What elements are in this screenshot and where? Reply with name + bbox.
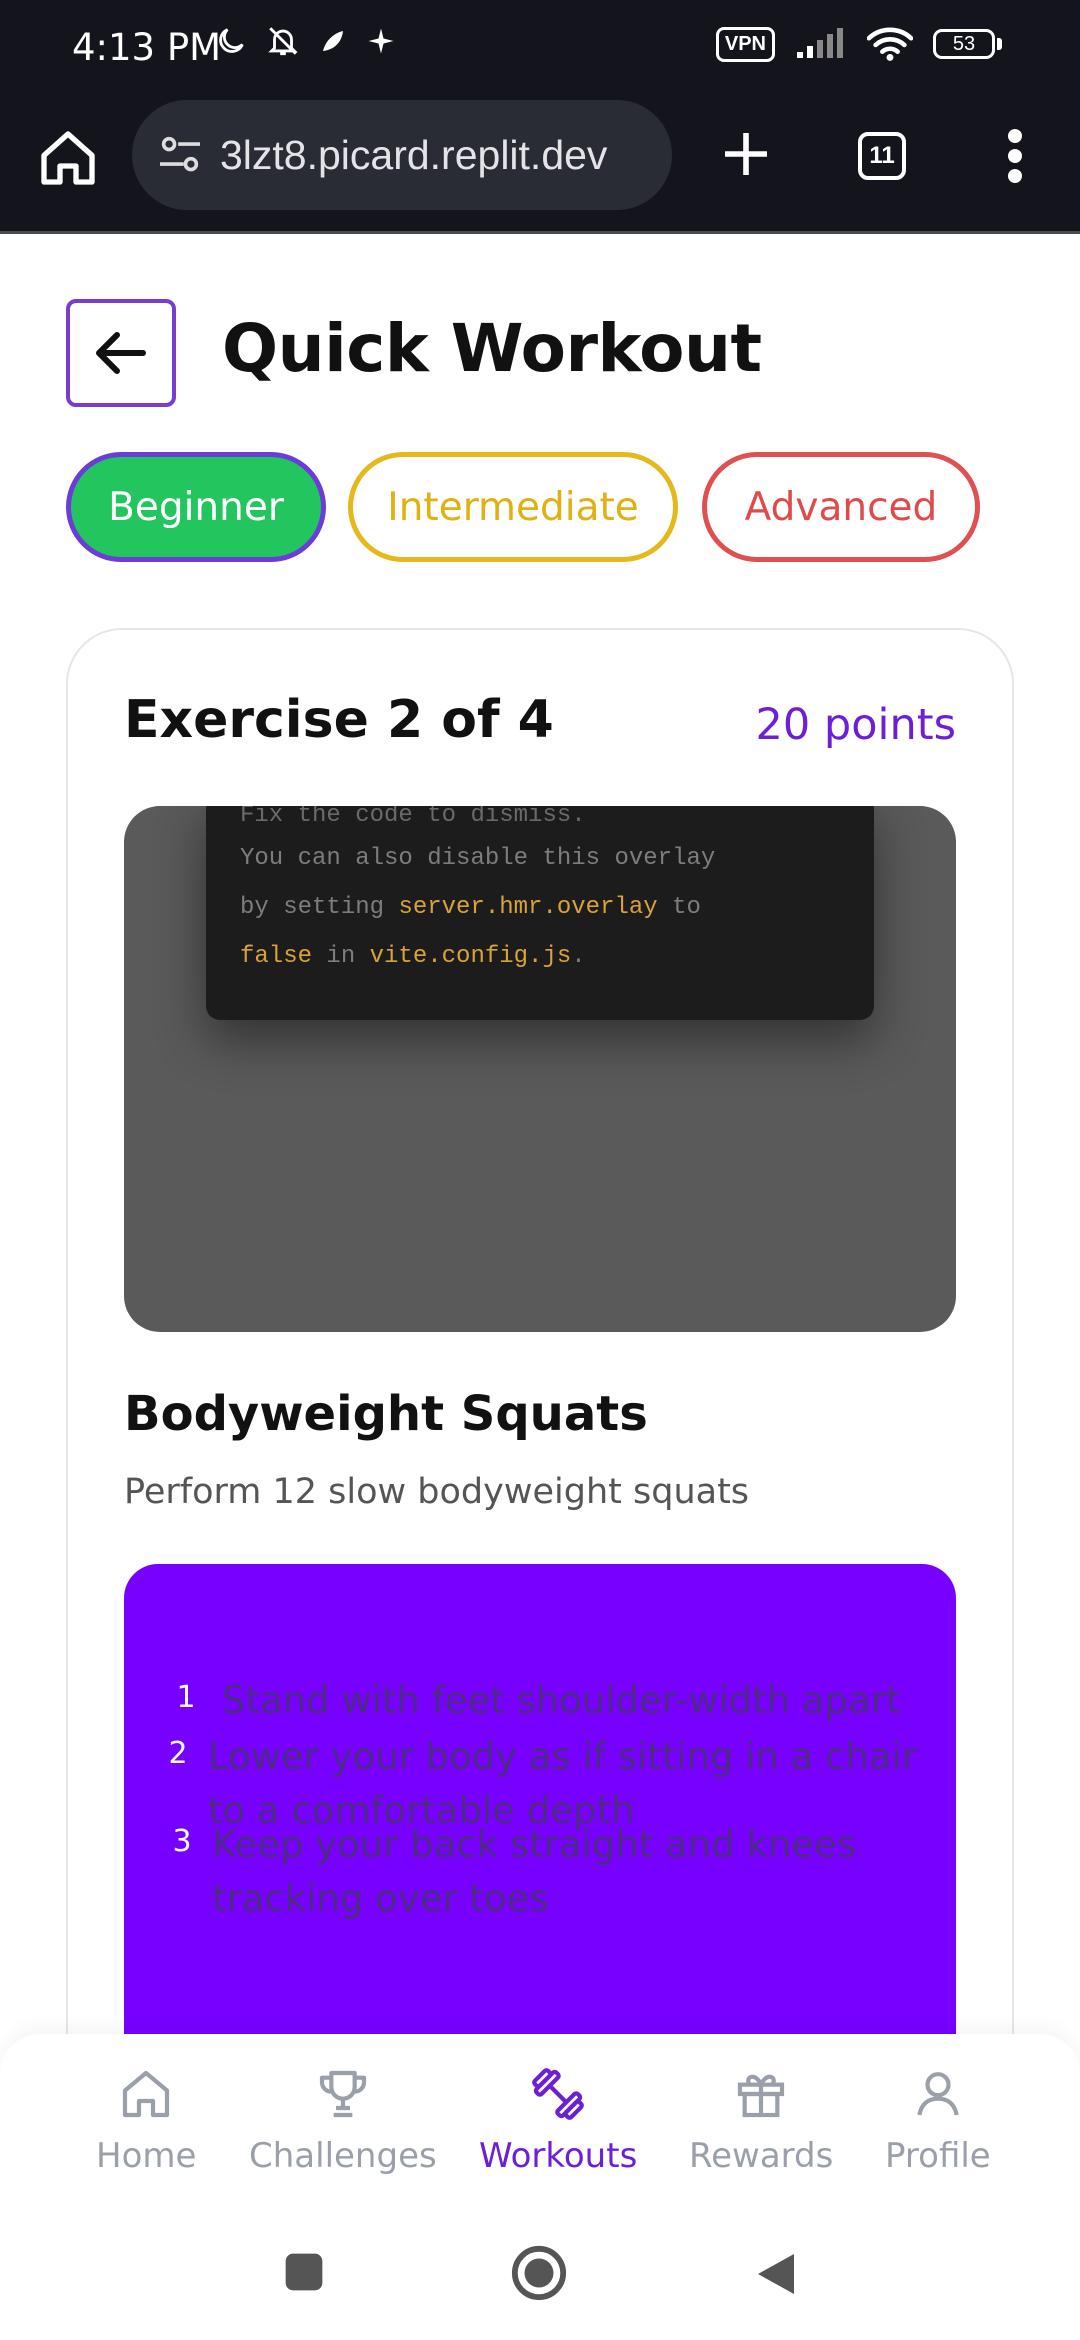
more-menu-icon[interactable] — [1000, 126, 1030, 186]
tab-switcher-button[interactable]: 11 — [858, 132, 906, 180]
wifi-icon — [867, 27, 913, 61]
exercise-points: 20 points — [755, 700, 956, 750]
vpn-badge: VPN — [715, 26, 775, 62]
bottom-navigation: Home Challenges Workouts Rewards Profile — [0, 2034, 1080, 2214]
leaf-icon — [323, 31, 343, 51]
back-triangle-icon[interactable] — [754, 2250, 798, 2298]
step-number: 1 — [176, 1680, 196, 1715]
moon-icon — [219, 28, 244, 53]
nav-profile[interactable]: Profile — [885, 2066, 991, 2176]
instruction-step: 1 Stand with feet shoulder-width apart — [156, 1674, 900, 1728]
overlay-line-1: You can also disable this overlay — [240, 845, 716, 872]
exercise-description: Perform 12 slow bodyweight squats — [124, 1472, 750, 1512]
step-text-cont: tracking over toes — [212, 1877, 549, 1920]
step-number: 3 — [172, 1824, 192, 1859]
status-bar: 4:13 PM VPN 53 — [0, 0, 1080, 96]
trophy-icon — [319, 2070, 366, 2118]
url-text: 3lzt8.picard.replit.dev — [220, 131, 608, 178]
back-button[interactable] — [66, 299, 176, 407]
overlay-clipped-line: Fix the code to dismiss. — [240, 806, 586, 829]
error-overlay[interactable]: Fix the code to dismiss. You can also di… — [206, 806, 874, 1020]
battery-indicator: 53 — [933, 29, 1002, 59]
overlay-line-3: false in vite.config.js. — [240, 943, 586, 970]
level-intermediate-button[interactable]: Intermediate — [348, 452, 678, 562]
recents-icon[interactable] — [282, 2250, 326, 2294]
browser-home-icon[interactable] — [36, 126, 100, 190]
nav-workouts[interactable]: Workouts — [479, 2066, 637, 2176]
step-text: Keep your back straight and knees — [212, 1823, 857, 1866]
exercise-name: Bodyweight Squats — [124, 1386, 648, 1442]
notification-icons — [214, 24, 396, 58]
browser-toolbar: 3lzt8.picard.replit.dev 11 — [0, 96, 1080, 234]
address-bar[interactable]: 3lzt8.picard.replit.dev — [132, 100, 672, 210]
user-icon — [917, 2072, 959, 2116]
level-beginner-button[interactable]: Beginner — [66, 452, 326, 562]
sparkle-icon — [368, 28, 394, 54]
nav-rewards[interactable]: Rewards — [689, 2066, 833, 2176]
level-advanced-button[interactable]: Advanced — [702, 452, 980, 562]
instruction-step: 3 Keep your back straight and knees trac… — [152, 1818, 856, 1926]
home-circle-icon[interactable] — [510, 2244, 568, 2302]
new-tab-icon[interactable] — [718, 126, 774, 182]
signal-icon — [797, 28, 843, 58]
step-text: Stand with feet shoulder-width apart — [222, 1679, 901, 1722]
nav-home[interactable]: Home — [96, 2066, 196, 2176]
arrow-left-icon — [96, 332, 146, 374]
step-text: Lower your body as if sitting in a chair — [208, 1735, 918, 1778]
system-navigation-bar — [0, 2214, 1080, 2340]
overlay-line-2: by setting server.hmr.overlay to — [240, 894, 701, 921]
exercise-media: Fix the code to dismiss. You can also di… — [124, 806, 956, 1332]
status-time: 4:13 PM — [72, 26, 222, 69]
dumbbell-icon — [532, 2068, 585, 2120]
site-settings-icon[interactable] — [158, 135, 202, 175]
system-icons: VPN 53 — [715, 26, 1002, 62]
nav-challenges[interactable]: Challenges — [249, 2066, 437, 2176]
gift-icon — [738, 2074, 785, 2118]
bell-off-icon — [268, 27, 298, 56]
exercise-progress: Exercise 2 of 4 — [124, 690, 554, 750]
page-title: Quick Workout — [222, 310, 762, 387]
home-icon — [123, 2070, 170, 2118]
